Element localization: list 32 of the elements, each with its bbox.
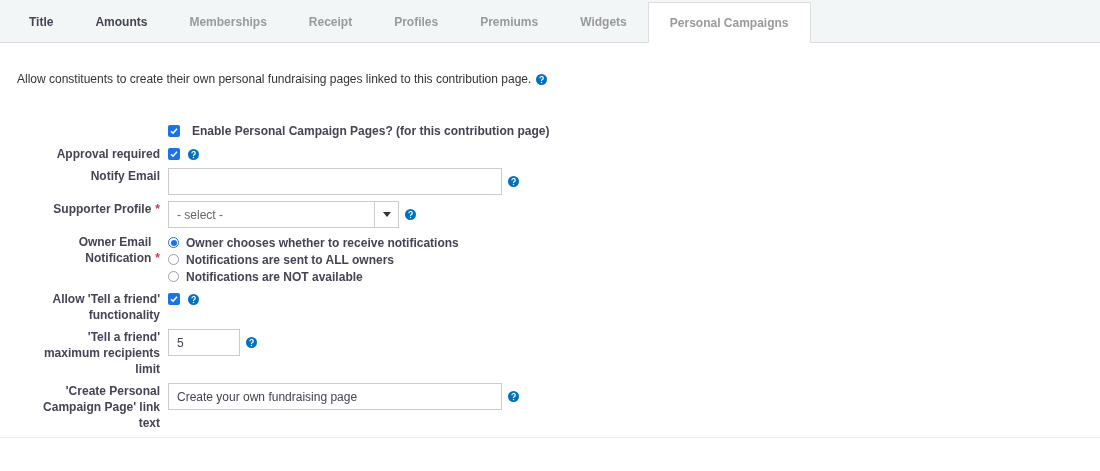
help-icon[interactable] <box>536 73 548 85</box>
text-field[interactable]: 5 <box>168 329 240 356</box>
help-icon[interactable] <box>188 293 199 305</box>
select-dropdown[interactable]: - select - <box>168 201 399 228</box>
enable-label: Enable Personal Campaign Pages? (for this contribution page) <box>192 123 550 140</box>
caret-icon <box>382 212 391 217</box>
field-label: 'Tell a friend' maximum recipients limit <box>42 329 160 377</box>
field-label: Owner Email Notification <box>77 234 152 266</box>
required-marker: * <box>155 250 160 266</box>
field-label: Allow 'Tell a friend' functionality <box>51 291 160 323</box>
field-label: Supporter Profile <box>53 201 152 217</box>
help-icon[interactable] <box>508 391 519 402</box>
field-label: Approval required <box>56 146 160 162</box>
help-icon[interactable] <box>188 148 199 160</box>
radio-label: Notifications are NOT available <box>186 268 363 286</box>
help-icon[interactable] <box>508 176 519 187</box>
text-field[interactable] <box>168 168 502 195</box>
select-value: - select - <box>176 206 224 224</box>
radio-label: Notifications are sent to ALL owners <box>186 251 395 269</box>
help-icon[interactable] <box>405 209 416 220</box>
tab[interactable]: Amounts <box>74 2 169 42</box>
checkbox[interactable] <box>168 293 180 305</box>
required-marker: * <box>155 201 160 217</box>
text-field[interactable]: Create your own fundraising page <box>168 383 502 410</box>
field-label: 'Create Personal Campaign Page' link text <box>42 383 160 431</box>
checkbox[interactable] <box>168 125 180 137</box>
help-icon[interactable] <box>246 337 257 348</box>
intro-text: Allow constituents to create their own personal fundraising pages linked to this contribution page. <box>17 71 532 88</box>
field-label: Notify Email <box>90 168 160 184</box>
checkbox[interactable] <box>168 148 180 160</box>
radio-label: Owner chooses whether to receive notifications <box>186 234 459 252</box>
tab[interactable]: Title <box>8 2 75 42</box>
